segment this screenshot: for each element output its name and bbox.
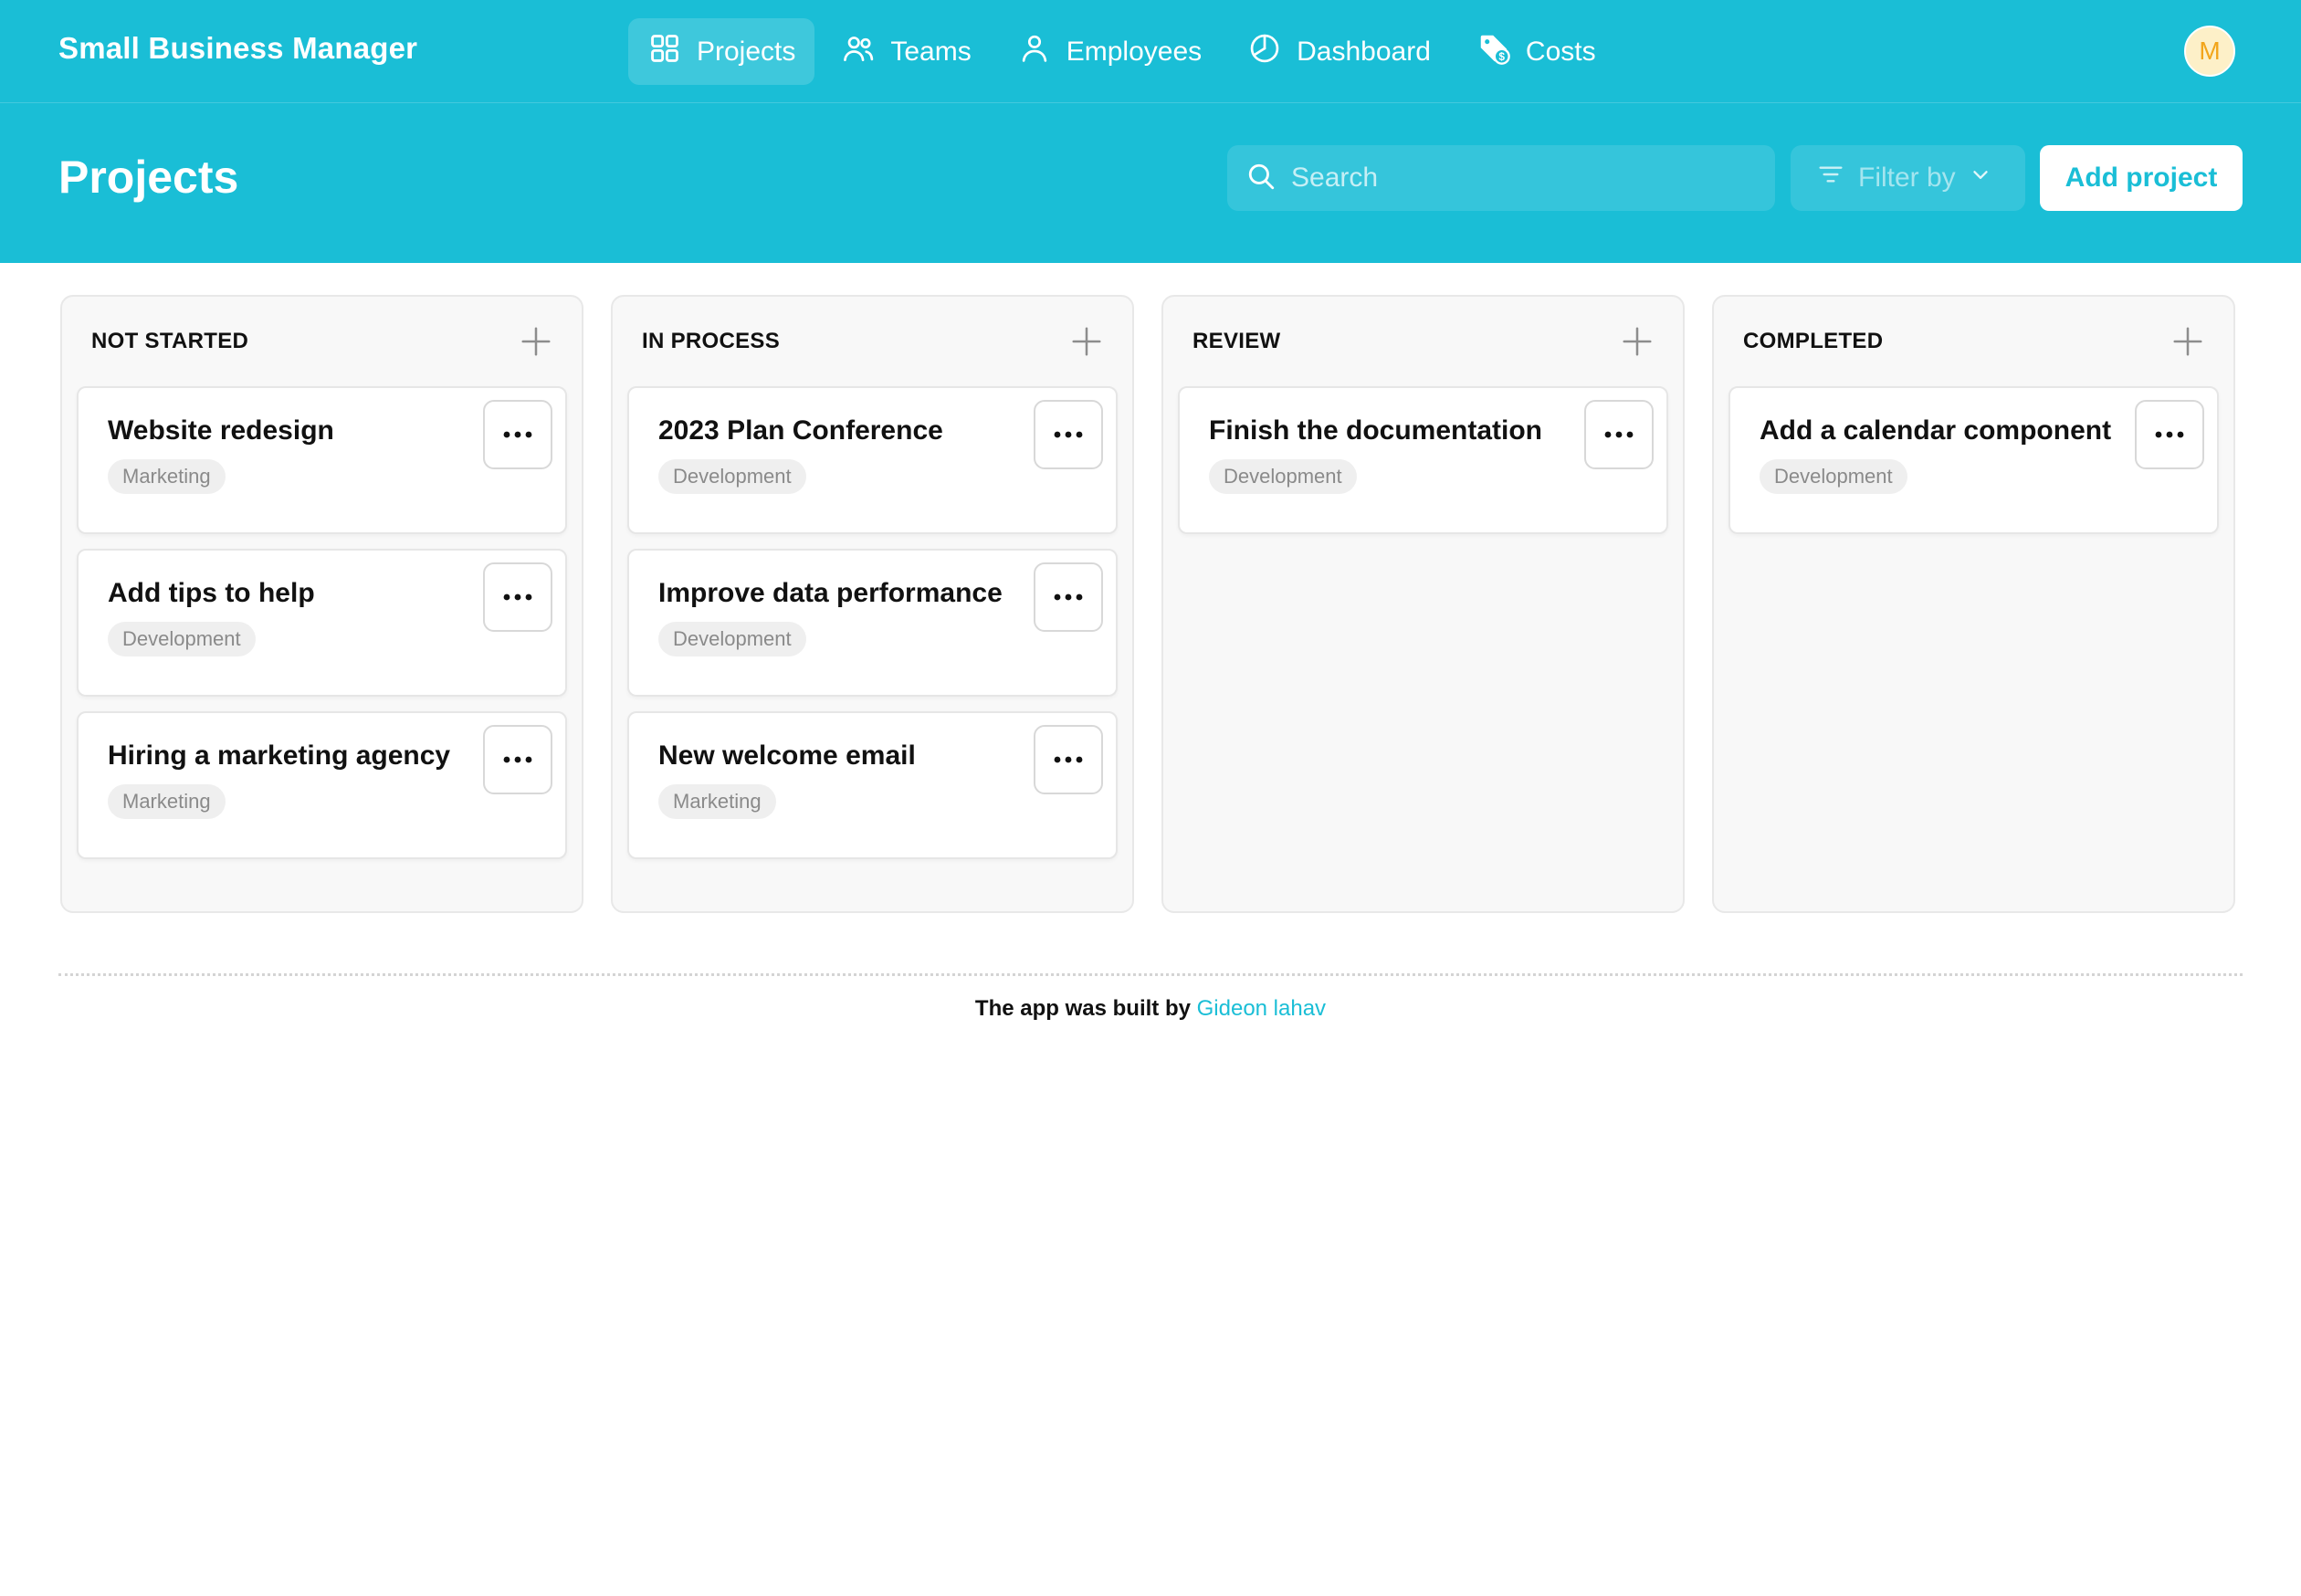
more-horizontal-icon <box>503 756 532 763</box>
card-title: Add tips to help <box>108 578 315 608</box>
column-title: REVIEW <box>1193 329 1281 353</box>
card-tag: Development <box>1209 459 1357 494</box>
card-tag: Development <box>1760 459 1907 494</box>
pie-chart-icon <box>1247 31 1282 73</box>
more-options-button[interactable] <box>483 562 552 632</box>
app-title[interactable]: Small Business Manager <box>58 31 417 66</box>
search-input[interactable] <box>1291 163 1748 194</box>
card-tag: Marketing <box>658 784 776 819</box>
nav-label: Projects <box>697 36 796 67</box>
card-list: Add a calendar component Development <box>1714 386 2233 534</box>
kanban-board: NOT STARTED Website redesign Marketing A… <box>60 295 2235 913</box>
column-header: NOT STARTED <box>62 297 582 386</box>
card-tag: Development <box>658 622 806 656</box>
card-list: Website redesign Marketing Add tips to h… <box>62 386 582 859</box>
column-title: COMPLETED <box>1743 329 1884 353</box>
user-icon <box>1017 31 1052 73</box>
search-box[interactable] <box>1227 145 1775 211</box>
nav-item-projects[interactable]: Projects <box>628 18 815 85</box>
nav-label: Costs <box>1525 36 1596 67</box>
project-card[interactable]: Finish the documentation Development <box>1178 386 1668 534</box>
more-horizontal-icon <box>1054 431 1083 438</box>
nav-label: Employees <box>1066 36 1203 67</box>
add-card-icon[interactable] <box>518 323 554 360</box>
card-title: Improve data performance <box>658 578 1003 608</box>
filter-label: Filter by <box>1858 163 1956 193</box>
project-card[interactable]: Hiring a marketing agency Marketing <box>77 711 567 859</box>
project-card[interactable]: Improve data performance Development <box>627 549 1118 697</box>
more-options-button[interactable] <box>1034 400 1103 469</box>
card-title: 2023 Plan Conference <box>658 415 943 446</box>
card-title: New welcome email <box>658 740 916 771</box>
card-tag: Development <box>108 622 256 656</box>
project-card[interactable]: Website redesign Marketing <box>77 386 567 534</box>
main-nav: Projects Teams Employees Dashboard $ Cos… <box>628 18 1615 85</box>
column-in-process: IN PROCESS 2023 Plan Conference Developm… <box>611 295 1134 913</box>
nav-item-costs[interactable]: $ Costs <box>1457 18 1615 85</box>
card-title: Finish the documentation <box>1209 415 1542 446</box>
column-header: REVIEW <box>1163 297 1683 386</box>
column-title: NOT STARTED <box>91 329 249 353</box>
add-card-icon[interactable] <box>1619 323 1655 360</box>
author-link[interactable]: Gideon lahav <box>1197 996 1326 1021</box>
nav-item-teams[interactable]: Teams <box>822 18 990 85</box>
column-review: REVIEW Finish the documentation Developm… <box>1161 295 1685 913</box>
card-title: Hiring a marketing agency <box>108 740 451 771</box>
card-tag: Marketing <box>108 459 226 494</box>
more-horizontal-icon <box>1054 593 1083 601</box>
footer-divider <box>58 973 2243 976</box>
add-card-icon[interactable] <box>1068 323 1105 360</box>
page-header: Projects Filter by Add project <box>0 103 2301 263</box>
nav-label: Dashboard <box>1297 36 1431 67</box>
nav-label: Teams <box>890 36 972 67</box>
page-title: Projects <box>58 152 239 203</box>
add-project-button[interactable]: Add project <box>2040 145 2243 211</box>
search-icon <box>1245 161 1277 196</box>
more-options-button[interactable] <box>1584 400 1654 469</box>
users-icon <box>841 31 876 73</box>
more-options-button[interactable] <box>483 400 552 469</box>
more-options-button[interactable] <box>483 725 552 794</box>
project-card[interactable]: Add a calendar component Development <box>1728 386 2219 534</box>
add-card-icon[interactable] <box>2170 323 2206 360</box>
column-header: COMPLETED <box>1714 297 2233 386</box>
chevron-down-icon <box>1969 163 1992 194</box>
more-horizontal-icon <box>1604 431 1634 438</box>
more-horizontal-icon <box>503 431 532 438</box>
top-navbar: Small Business Manager Projects Teams Em… <box>0 0 2301 103</box>
card-list: 2023 Plan Conference Development Improve… <box>613 386 1132 859</box>
grid-icon <box>647 31 682 73</box>
project-card[interactable]: Add tips to help Development <box>77 549 567 697</box>
card-tag: Marketing <box>108 784 226 819</box>
project-card[interactable]: 2023 Plan Conference Development <box>627 386 1118 534</box>
nav-item-dashboard[interactable]: Dashboard <box>1228 18 1450 85</box>
more-horizontal-icon <box>503 593 532 601</box>
user-avatar[interactable]: M <box>2184 26 2235 77</box>
more-options-button[interactable] <box>1034 562 1103 632</box>
more-horizontal-icon <box>1054 756 1083 763</box>
card-tag: Development <box>658 459 806 494</box>
filter-dropdown[interactable]: Filter by <box>1791 145 2025 211</box>
filter-icon <box>1816 160 1845 196</box>
nav-item-employees[interactable]: Employees <box>998 18 1221 85</box>
price-tag-icon: $ <box>1476 31 1511 73</box>
footer: The app was built by Gideon lahav <box>0 996 2301 1022</box>
column-title: IN PROCESS <box>642 329 781 353</box>
more-options-button[interactable] <box>2135 400 2204 469</box>
svg-text:$: $ <box>1498 50 1505 63</box>
more-horizontal-icon <box>2155 431 2184 438</box>
card-title: Website redesign <box>108 415 334 446</box>
column-completed: COMPLETED Add a calendar component Devel… <box>1712 295 2235 913</box>
column-header: IN PROCESS <box>613 297 1132 386</box>
card-list: Finish the documentation Development <box>1163 386 1683 534</box>
card-title: Add a calendar component <box>1760 415 2112 446</box>
more-options-button[interactable] <box>1034 725 1103 794</box>
project-card[interactable]: New welcome email Marketing <box>627 711 1118 859</box>
column-not-started: NOT STARTED Website redesign Marketing A… <box>60 295 583 913</box>
footer-text: The app was built by <box>974 996 1197 1021</box>
